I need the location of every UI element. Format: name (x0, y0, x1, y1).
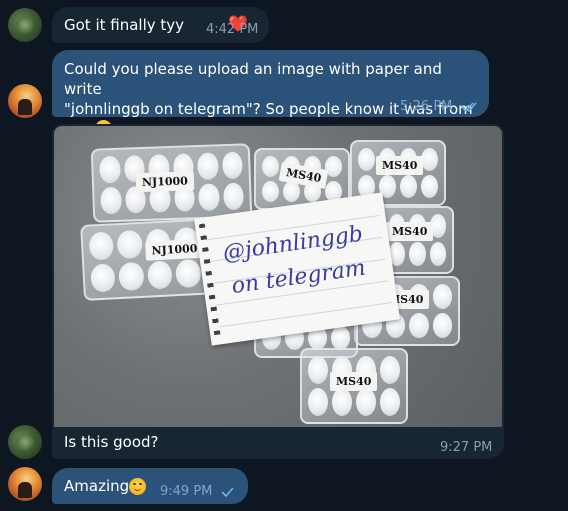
message-time: 9:49 PM (160, 482, 235, 502)
product-case: MS40 (300, 348, 408, 424)
case-label: NJ1000 (135, 171, 195, 193)
message-text: Amazing (64, 477, 130, 495)
message-time: 4:42 PM (206, 22, 259, 37)
single-check-icon (220, 487, 234, 497)
message-time: 9:27 PM (440, 440, 493, 455)
case-label: MS40 (376, 156, 424, 175)
case-label: MS40 (386, 222, 434, 241)
message-bubble-outgoing[interactable]: Amazing 9:49 PM (52, 468, 248, 504)
product-case: NJ1000 (90, 143, 253, 223)
avatar[interactable] (8, 425, 42, 459)
message-photo[interactable]: NJ1000 NJ1000 MS40 MS40 MS40 MS40 MS40 @… (54, 126, 502, 427)
message-text: Got it finally tyy (64, 16, 185, 34)
message-time: 5:26 PM (400, 97, 481, 117)
avatar[interactable] (8, 467, 42, 501)
handwritten-note: @johnlinggb on telegram (194, 192, 400, 346)
smile-emoji-icon (129, 478, 146, 495)
case-label: NJ1000 (145, 238, 204, 261)
avatar[interactable] (8, 84, 42, 118)
case-label: MS40 (330, 372, 378, 391)
message-bubble-outgoing[interactable]: Could you please upload an image with pa… (52, 50, 489, 138)
avatar[interactable] (8, 8, 42, 42)
double-check-icon (460, 102, 477, 112)
photo-caption: Is this good? (64, 433, 159, 451)
